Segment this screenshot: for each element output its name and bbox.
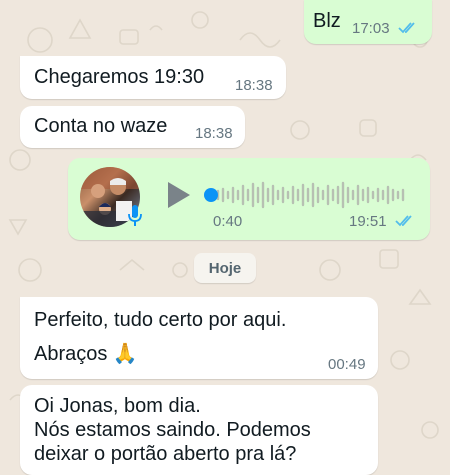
date-separator: Hoje xyxy=(194,253,256,283)
incoming-message[interactable]: Perfeito, tudo certo por aqui. Abraços 🙏… xyxy=(20,297,378,379)
message-text: Blz xyxy=(313,10,341,32)
message-text: Chegaremos 19:30 xyxy=(34,66,205,88)
message-time: 00:49 xyxy=(328,356,366,373)
message-text-line: Nós estamos saindo. Podemos xyxy=(34,419,311,441)
play-icon[interactable] xyxy=(166,180,192,210)
incoming-message[interactable]: Oi Jonas, bom dia. Nós estamos saindo. P… xyxy=(20,385,378,475)
voice-duration: 0:40 xyxy=(213,213,243,230)
incoming-message[interactable]: Conta no waze 18:38 xyxy=(20,106,245,148)
message-time: 18:38 xyxy=(235,77,273,94)
message-text-line: deixar o portão aberto pra lá? xyxy=(34,443,297,465)
message-text-line: Perfeito, tudo certo por aqui. xyxy=(34,309,287,331)
message-time: 19:51 xyxy=(349,213,387,230)
message-time: 18:38 xyxy=(195,125,233,142)
outgoing-message[interactable]: Blz 17:03 xyxy=(304,0,432,44)
double-check-icon xyxy=(395,215,412,227)
message-text-line: Abraços 🙏 xyxy=(34,343,138,365)
voice-waveform[interactable] xyxy=(204,180,414,210)
voice-message[interactable]: 0:40 19:51 xyxy=(68,158,430,240)
message-text: Conta no waze xyxy=(34,115,168,137)
double-check-icon xyxy=(398,22,415,34)
microphone-icon xyxy=(128,205,142,226)
message-text-line: Oi Jonas, bom dia. xyxy=(34,395,201,417)
playback-scrubber xyxy=(204,188,218,202)
incoming-message[interactable]: Chegaremos 19:30 18:38 xyxy=(20,56,286,99)
message-time: 17:03 xyxy=(352,20,390,37)
